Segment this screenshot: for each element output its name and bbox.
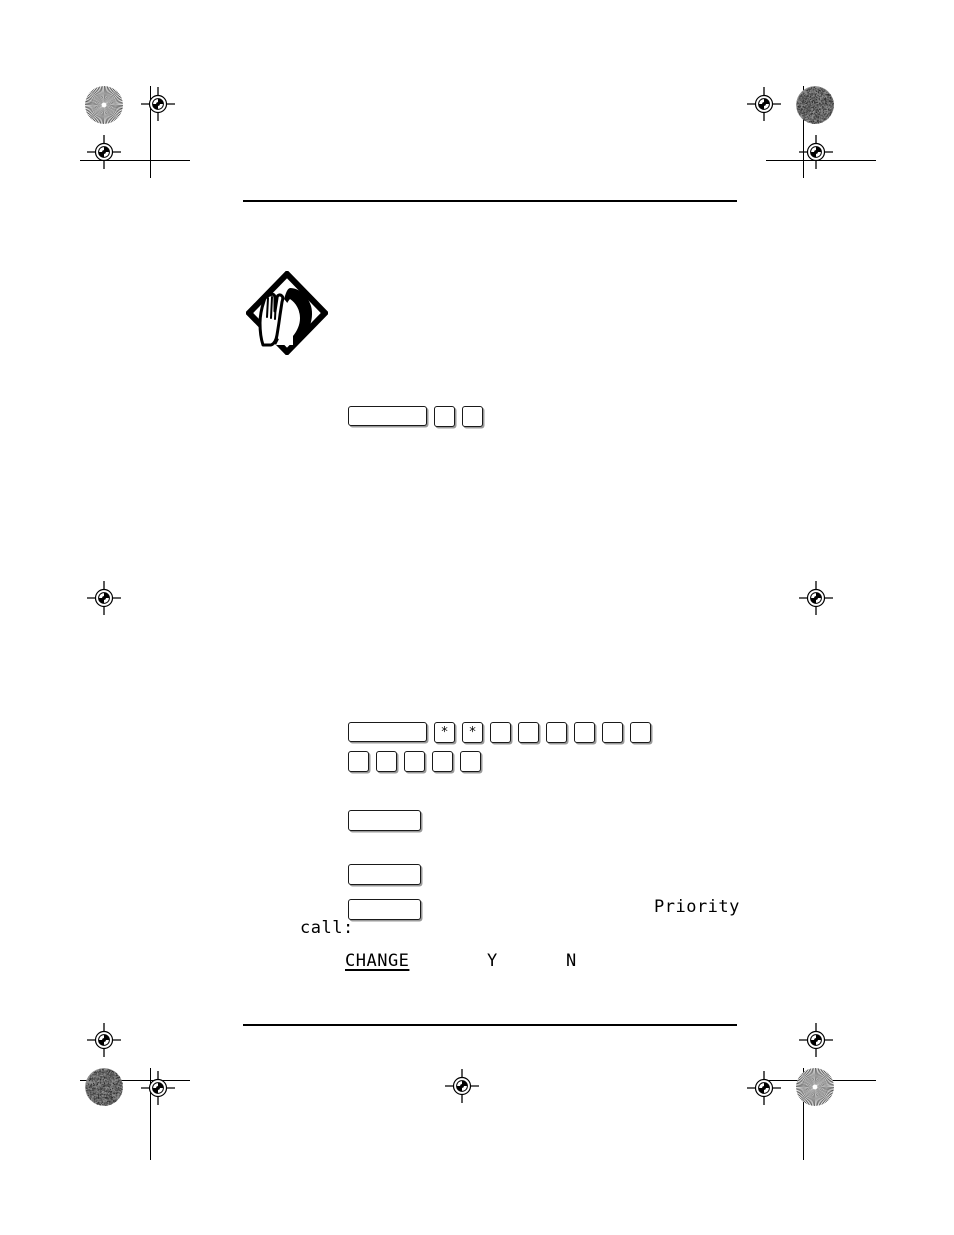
key-square: [546, 722, 567, 743]
display-softkey-yes: Y: [487, 951, 498, 971]
footer-rule: [243, 1024, 737, 1026]
key-wide: [348, 722, 427, 742]
key-square: [574, 722, 595, 743]
key-sequence-feature-two-digit: [348, 406, 483, 427]
key-square: [376, 751, 397, 772]
reg-target-bottom-center: [445, 1069, 479, 1103]
density-dot-top-left: [85, 86, 123, 124]
display-softkey-no: N: [566, 951, 577, 971]
display-text-call: call:: [300, 918, 354, 938]
key-asterisk: *: [434, 722, 455, 743]
key-square: [434, 406, 455, 427]
key-medium: [348, 899, 421, 920]
display-text-priority: Priority: [654, 897, 740, 917]
reg-target-mid-left: [87, 581, 121, 615]
key-sequence-single-a: [348, 810, 421, 831]
tip-icon: [246, 271, 328, 355]
key-sequence-single-b: [348, 864, 421, 885]
key-wide: [348, 406, 427, 426]
reg-target-top-left-inner: [141, 87, 175, 121]
key-square: [432, 751, 453, 772]
key-square: [462, 406, 483, 427]
key-sequence-feature-star-star-line-2: [348, 751, 481, 772]
key-medium: [348, 810, 421, 831]
key-square: [518, 722, 539, 743]
key-square: [602, 722, 623, 743]
reg-target-top-right-inner: [747, 87, 781, 121]
key-square: [348, 751, 369, 772]
reg-target-top-left-outer: [87, 135, 121, 169]
key-square: [460, 751, 481, 772]
density-dot-bottom-left: [85, 1068, 123, 1106]
header-rule: [243, 200, 737, 202]
reg-target-bottom-right-outer: [799, 1023, 833, 1057]
reg-target-bottom-left-inner: [141, 1071, 175, 1105]
document-page: * * Priority call: CHANGE Y N: [0, 0, 954, 1235]
key-square: [404, 751, 425, 772]
reg-target-top-right-outer: [799, 135, 833, 169]
key-medium: [348, 864, 421, 885]
reg-target-bottom-right-inner: [747, 1071, 781, 1105]
key-square: [630, 722, 651, 743]
key-square: [490, 722, 511, 743]
reg-target-bottom-left-outer: [87, 1023, 121, 1057]
key-sequence-single-c: [348, 899, 421, 920]
reg-target-mid-right: [799, 581, 833, 615]
density-dot-bottom-right: [796, 1068, 834, 1106]
key-asterisk: *: [462, 722, 483, 743]
key-sequence-feature-star-star-line-1: * *: [348, 722, 651, 743]
density-dot-top-right: [796, 86, 834, 124]
display-softkey-change: CHANGE: [345, 951, 410, 971]
